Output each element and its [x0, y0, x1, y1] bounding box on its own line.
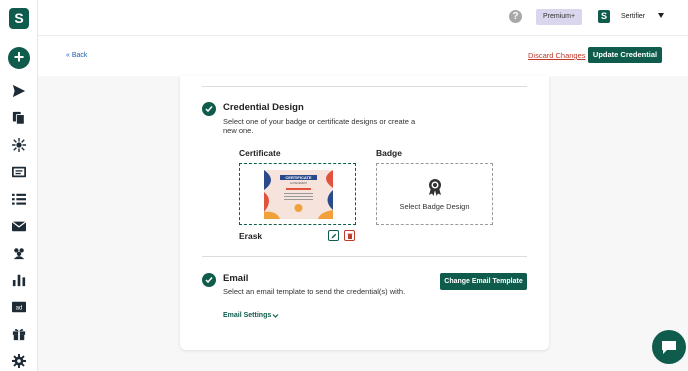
list-icon[interactable] [10, 190, 28, 208]
create-button[interactable]: + [8, 47, 30, 69]
action-bar: « Back Discard Changes Update Credential [38, 36, 688, 76]
back-link[interactable]: « Back [66, 52, 87, 59]
update-credential-button[interactable]: Update Credential [588, 47, 662, 63]
delete-certificate-button[interactable] [344, 230, 355, 241]
top-bar: ? Premium+ S Sertifier [38, 0, 688, 36]
select-badge-card[interactable]: Select Badge Design [376, 163, 493, 225]
credential-design-description: Select one of your badge or certificate … [223, 117, 416, 135]
chat-widget-button[interactable] [652, 330, 686, 364]
sidebar: S + ad [0, 0, 38, 371]
chart-icon[interactable] [10, 271, 28, 289]
edit-certificate-button[interactable] [328, 230, 339, 241]
gift-icon[interactable] [10, 325, 28, 343]
change-email-template-button[interactable]: Change Email Template [440, 273, 527, 290]
select-badge-label: Select Badge Design [399, 202, 470, 211]
email-settings-toggle[interactable]: Email Settings [223, 312, 271, 319]
account-logo[interactable]: S [598, 10, 610, 23]
certificate-name: Erask [239, 231, 263, 241]
integration-icon[interactable] [10, 136, 28, 154]
credential-card: Credential Design Select one of your bad… [180, 76, 549, 350]
badge-icon [429, 179, 441, 196]
ad-icon[interactable]: ad [10, 298, 28, 316]
credential-design-title: Credential Design [223, 102, 304, 113]
divider [202, 86, 527, 87]
certificate-label: Certificate [239, 148, 281, 158]
certificate-icon[interactable] [10, 163, 28, 181]
copy-icon[interactable] [10, 109, 28, 127]
account-dropdown-icon[interactable] [658, 13, 664, 18]
discard-changes-link[interactable]: Discard Changes [528, 51, 586, 60]
email-title: Email [223, 273, 249, 284]
premium-badge[interactable]: Premium+ [536, 9, 582, 25]
send-icon[interactable] [10, 82, 28, 100]
ad-icon-label: ad [16, 305, 23, 312]
thumbnail-title: CERTIFICATE [285, 175, 311, 180]
divider [202, 256, 527, 257]
users-icon[interactable] [10, 244, 28, 262]
badge-label: Badge [376, 148, 402, 158]
chevron-down-icon[interactable] [272, 312, 279, 319]
check-circle-icon [202, 273, 216, 287]
sertifier-logo[interactable]: S [9, 8, 29, 29]
certificate-thumbnail: CERTIFICATE ACHIEVEMENT [264, 170, 333, 219]
trash-icon [347, 233, 353, 239]
email-description: Select an email template to send the cre… [223, 287, 406, 296]
account-name[interactable]: Sertifier [621, 13, 645, 20]
help-icon[interactable]: ? [509, 10, 522, 23]
chat-icon [662, 341, 676, 354]
certificate-design-card[interactable]: CERTIFICATE ACHIEVEMENT [239, 163, 356, 225]
mail-icon[interactable] [10, 217, 28, 235]
settings-icon[interactable] [10, 352, 28, 370]
check-circle-icon [202, 102, 216, 116]
edit-icon [331, 233, 337, 239]
thumbnail-subtitle: ACHIEVEMENT [290, 182, 308, 185]
